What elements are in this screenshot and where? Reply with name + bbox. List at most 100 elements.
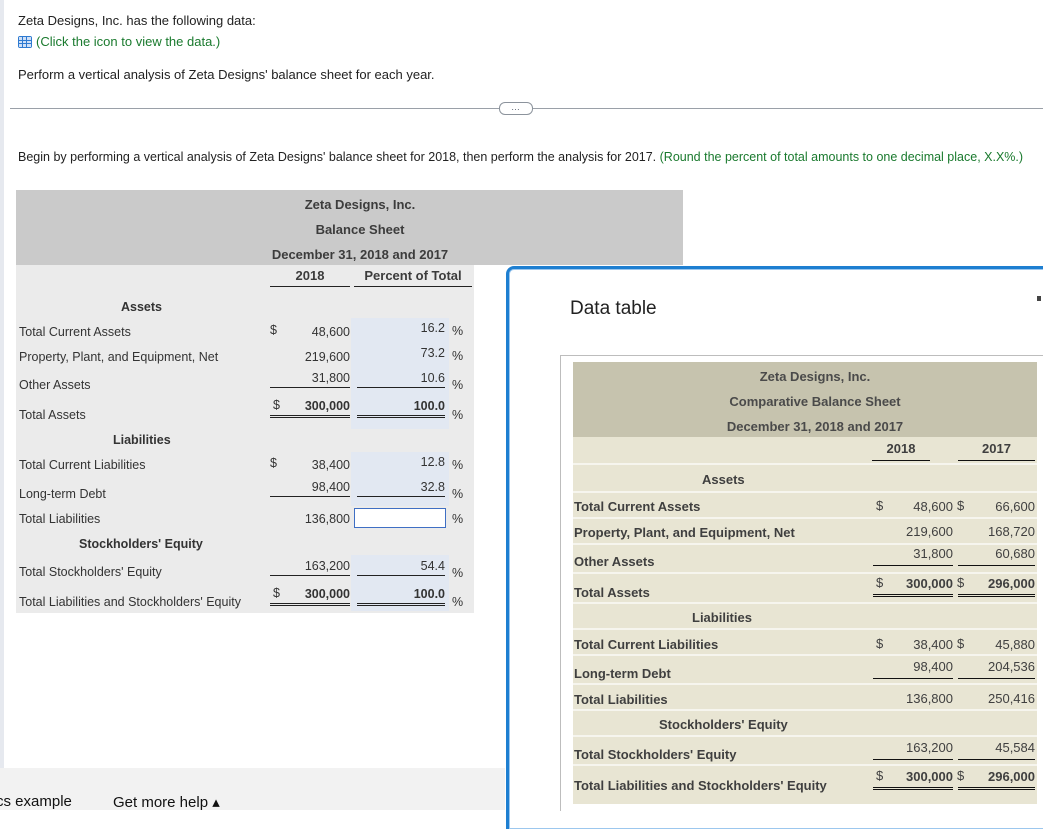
dt-value-2017: 45,880 [995,637,1035,652]
left-edge-bar [0,0,4,768]
dt-col-2017: 2017 [958,441,1035,461]
row-separator [573,491,1037,493]
percent-sign: % [452,378,464,392]
percent-value[interactable]: 10.6 [357,371,445,388]
row-separator [573,654,1037,656]
percent-value[interactable]: 100.0 [357,587,445,606]
answer-company: Zeta Designs, Inc. [304,197,416,212]
row-label: Other Assets [19,378,91,392]
percent-sign: % [452,595,464,609]
dt-value-2018: 163,200 [873,740,953,760]
row-separator [573,517,1037,519]
percent-sign: % [452,487,464,501]
dt-value-2017: 296,000 [958,769,1035,790]
instruction-hint: (Round the percent of total amounts to o… [659,150,1024,164]
amount-2018: 48,600 [311,325,350,339]
row-separator [573,683,1037,685]
percent-sign: % [452,324,464,338]
percent-value[interactable]: 73.2 [360,346,445,360]
amount-2018: 163,200 [270,559,350,576]
dt-row-label: Total Current Liabilities [574,637,719,652]
answer-col-2018: 2018 [270,268,350,287]
total-liabilities-percent-input[interactable] [354,508,446,528]
row-label: Total Assets [19,408,86,422]
row-separator [573,628,1037,630]
expand-handle-button[interactable]: … [499,102,533,115]
dt-row-label: Total Liabilities and Stockholders' Equi… [574,778,827,793]
row-separator [573,543,1037,545]
help-bar: cs example Get more help ▴ [0,768,505,811]
dt-row-label: Total Assets [574,585,650,600]
percent-value[interactable]: 100.0 [357,399,445,418]
percent-value[interactable]: 54.4 [357,559,445,576]
amount-2018: 31,800 [270,371,350,388]
dollar-sign: $ [270,323,277,337]
row-label: Total Current Liabilities [19,458,146,472]
row-label: Total Stockholders' Equity [19,565,162,579]
row-label: Total Liabilities [19,512,101,526]
answer-statement: Balance Sheet [315,222,405,237]
dt-row-label: Total Liabilities [574,692,668,707]
dt-row-label: Total Current Assets [574,499,701,514]
dt-value-2017: 66,600 [995,499,1035,514]
amount-2018: 38,400 [311,458,350,472]
row-label: Property, Plant, and Equipment, Net [19,350,219,364]
dt-section-equity: Stockholders' Equity [659,717,788,732]
dt-value-2018: 300,000 [873,576,953,597]
dt-date: December 31, 2018 and 2017 [726,419,904,434]
intro-line: Zeta Designs, Inc. has the following dat… [18,13,256,28]
intro: Zeta Designs, Inc. has the following dat… [18,10,435,85]
section-equity: Stockholders' Equity [79,537,203,551]
amount-2018: 136,800 [304,512,350,526]
dt-value-2018: 98,400 [873,659,953,679]
row-label: Long-term Debt [19,487,106,501]
dt-company: Zeta Designs, Inc. [759,369,871,384]
dollar-sign: $ [270,456,277,470]
dt-value-2018: 38,400 [913,637,953,652]
dt-value-2017: 250,416 [988,691,1035,706]
row-separator [573,572,1037,574]
dt-col-2018: 2018 [872,441,930,461]
task-text: Perform a vertical analysis of Zeta Desi… [18,67,435,82]
row-label: Total Current Assets [19,325,131,339]
row-separator [573,709,1037,711]
row-separator [573,735,1037,737]
dt-value-2018: 219,600 [906,524,953,539]
dt-value-2018: 300,000 [873,769,953,790]
section-liabilities: Liabilities [113,433,171,447]
dt-value-2018: 136,800 [906,691,953,706]
percent-value[interactable]: 32.8 [357,480,445,497]
data-table-icon[interactable] [18,35,32,48]
dt-row-label: Long-term Debt [574,666,671,681]
amount-2018: 98,400 [270,480,350,497]
dt-statement: Comparative Balance Sheet [729,394,901,409]
amount-2018: 300,000 [270,399,350,418]
dt-row-label: Other Assets [574,554,655,569]
dt-row-label: Total Stockholders' Equity [574,747,737,762]
row-label: Total Liabilities and Stockholders' Equi… [19,595,241,609]
instruction: Begin by performing a vertical analysis … [18,150,1028,165]
answer-col-percent: Percent of Total [354,268,472,287]
percent-value[interactable]: 12.8 [360,455,445,469]
row-separator [573,463,1037,465]
dt-value-2017: 204,536 [958,659,1035,679]
dt-value-2018: 31,800 [873,546,953,566]
dt-section-liabilities: Liabilities [692,610,752,625]
dt-value-2018: 48,600 [913,499,953,514]
view-data-link-text[interactable]: (Click the icon to view the data.) [36,31,220,52]
dt-value-2017: 60,680 [958,546,1035,566]
dt-section-assets: Assets [702,472,745,487]
percent-sign: % [452,458,464,472]
section-assets: Assets [121,300,162,314]
percent-value[interactable]: 16.2 [360,321,445,335]
dt-row-label: Property, Plant, and Equipment, Net [574,525,795,540]
percent-sign: % [452,512,464,526]
percent-sign: % [452,408,464,422]
row-separator [573,602,1037,604]
instruction-main: Begin by performing a vertical analysis … [18,150,657,164]
view-data-link[interactable]: (Click the icon to view the data.) [18,31,435,52]
get-more-help-button[interactable]: Get more help ▴ [113,793,220,811]
amount-2018: 219,600 [304,350,350,364]
close-icon[interactable] [1037,296,1041,301]
example-link[interactable]: cs example [0,793,72,810]
